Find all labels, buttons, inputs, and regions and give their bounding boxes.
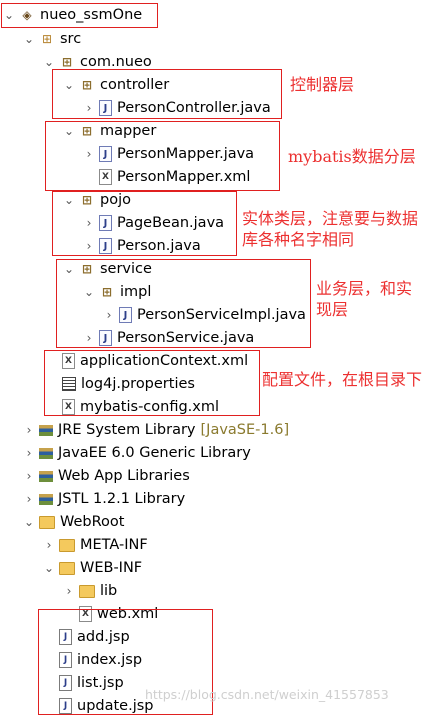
- annotation-mapper: mybatis数据分层: [288, 147, 416, 166]
- chevron-right-icon[interactable]: ›: [22, 488, 36, 510]
- annotation-controller: 控制器层: [290, 75, 355, 94]
- tree-item-webapp-libraries[interactable]: › Web App Libraries: [22, 465, 190, 487]
- annotation-config: 配置文件，在根目录下: [262, 370, 423, 389]
- tree-item-label: src: [60, 31, 82, 47]
- tree-item-label: lib: [100, 583, 118, 599]
- chevron-right-icon[interactable]: ›: [22, 419, 36, 441]
- annotation-service: 业务层，和实现层: [316, 279, 413, 319]
- folder-icon: [59, 538, 75, 552]
- annotation-pojo: 实体类层，注意要与数据库各种名字相同: [242, 209, 419, 249]
- chevron-down-icon[interactable]: ⌄: [42, 557, 56, 579]
- source-folder-icon: ⊞: [41, 32, 53, 46]
- chevron-right-icon[interactable]: ›: [22, 442, 36, 464]
- folder-open-icon: [59, 561, 75, 575]
- tree-item-label: JSTL 1.2.1 Library: [58, 491, 186, 507]
- library-icon: [39, 470, 53, 482]
- tree-item-jre-library[interactable]: › JRE System Library [JavaSE-1.6]: [22, 419, 290, 441]
- library-version: [JavaSE-1.6]: [200, 422, 290, 438]
- folder-open-icon: [39, 515, 55, 529]
- library-icon: [39, 424, 53, 436]
- watermark: https://blog.csdn.net/weixin_41557853: [145, 687, 389, 702]
- tree-item-meta-inf[interactable]: › META-INF: [42, 534, 148, 556]
- highlight-project-box: [1, 3, 158, 28]
- tree-item-label: Web App Libraries: [58, 468, 190, 484]
- tree-item-jstl-library[interactable]: › JSTL 1.2.1 Library: [22, 488, 186, 510]
- highlight-config-box: [44, 350, 260, 416]
- chevron-down-icon[interactable]: ⌄: [22, 511, 36, 533]
- highlight-pojo-box: [52, 191, 237, 256]
- highlight-mapper-box: [45, 121, 280, 191]
- library-icon: [39, 447, 53, 459]
- highlight-service-box: [56, 259, 311, 348]
- chevron-right-icon[interactable]: ›: [62, 580, 76, 602]
- highlight-controller-box: [52, 69, 282, 119]
- tree-item-javaee-library[interactable]: › JavaEE 6.0 Generic Library: [22, 442, 251, 464]
- tree-item-web-inf[interactable]: ⌄ WEB-INF: [42, 557, 142, 579]
- tree-item-label: META-INF: [80, 537, 148, 553]
- folder-icon: [79, 584, 95, 598]
- library-icon: [39, 493, 53, 505]
- chevron-right-icon[interactable]: ›: [42, 534, 56, 556]
- tree-item-lib[interactable]: › lib: [62, 580, 118, 602]
- tree-item-src[interactable]: ⌄ ⊞ src: [22, 28, 81, 50]
- chevron-right-icon[interactable]: ›: [22, 465, 36, 487]
- tree-item-label: WebRoot: [60, 514, 125, 530]
- tree-item-label: JavaEE 6.0 Generic Library: [58, 445, 251, 461]
- package-icon: ⊞: [61, 55, 73, 69]
- tree-item-label: WEB-INF: [80, 560, 143, 576]
- tree-item-label: JRE System Library: [58, 422, 196, 438]
- tree-item-webroot[interactable]: ⌄ WebRoot: [22, 511, 125, 533]
- chevron-down-icon[interactable]: ⌄: [22, 28, 36, 50]
